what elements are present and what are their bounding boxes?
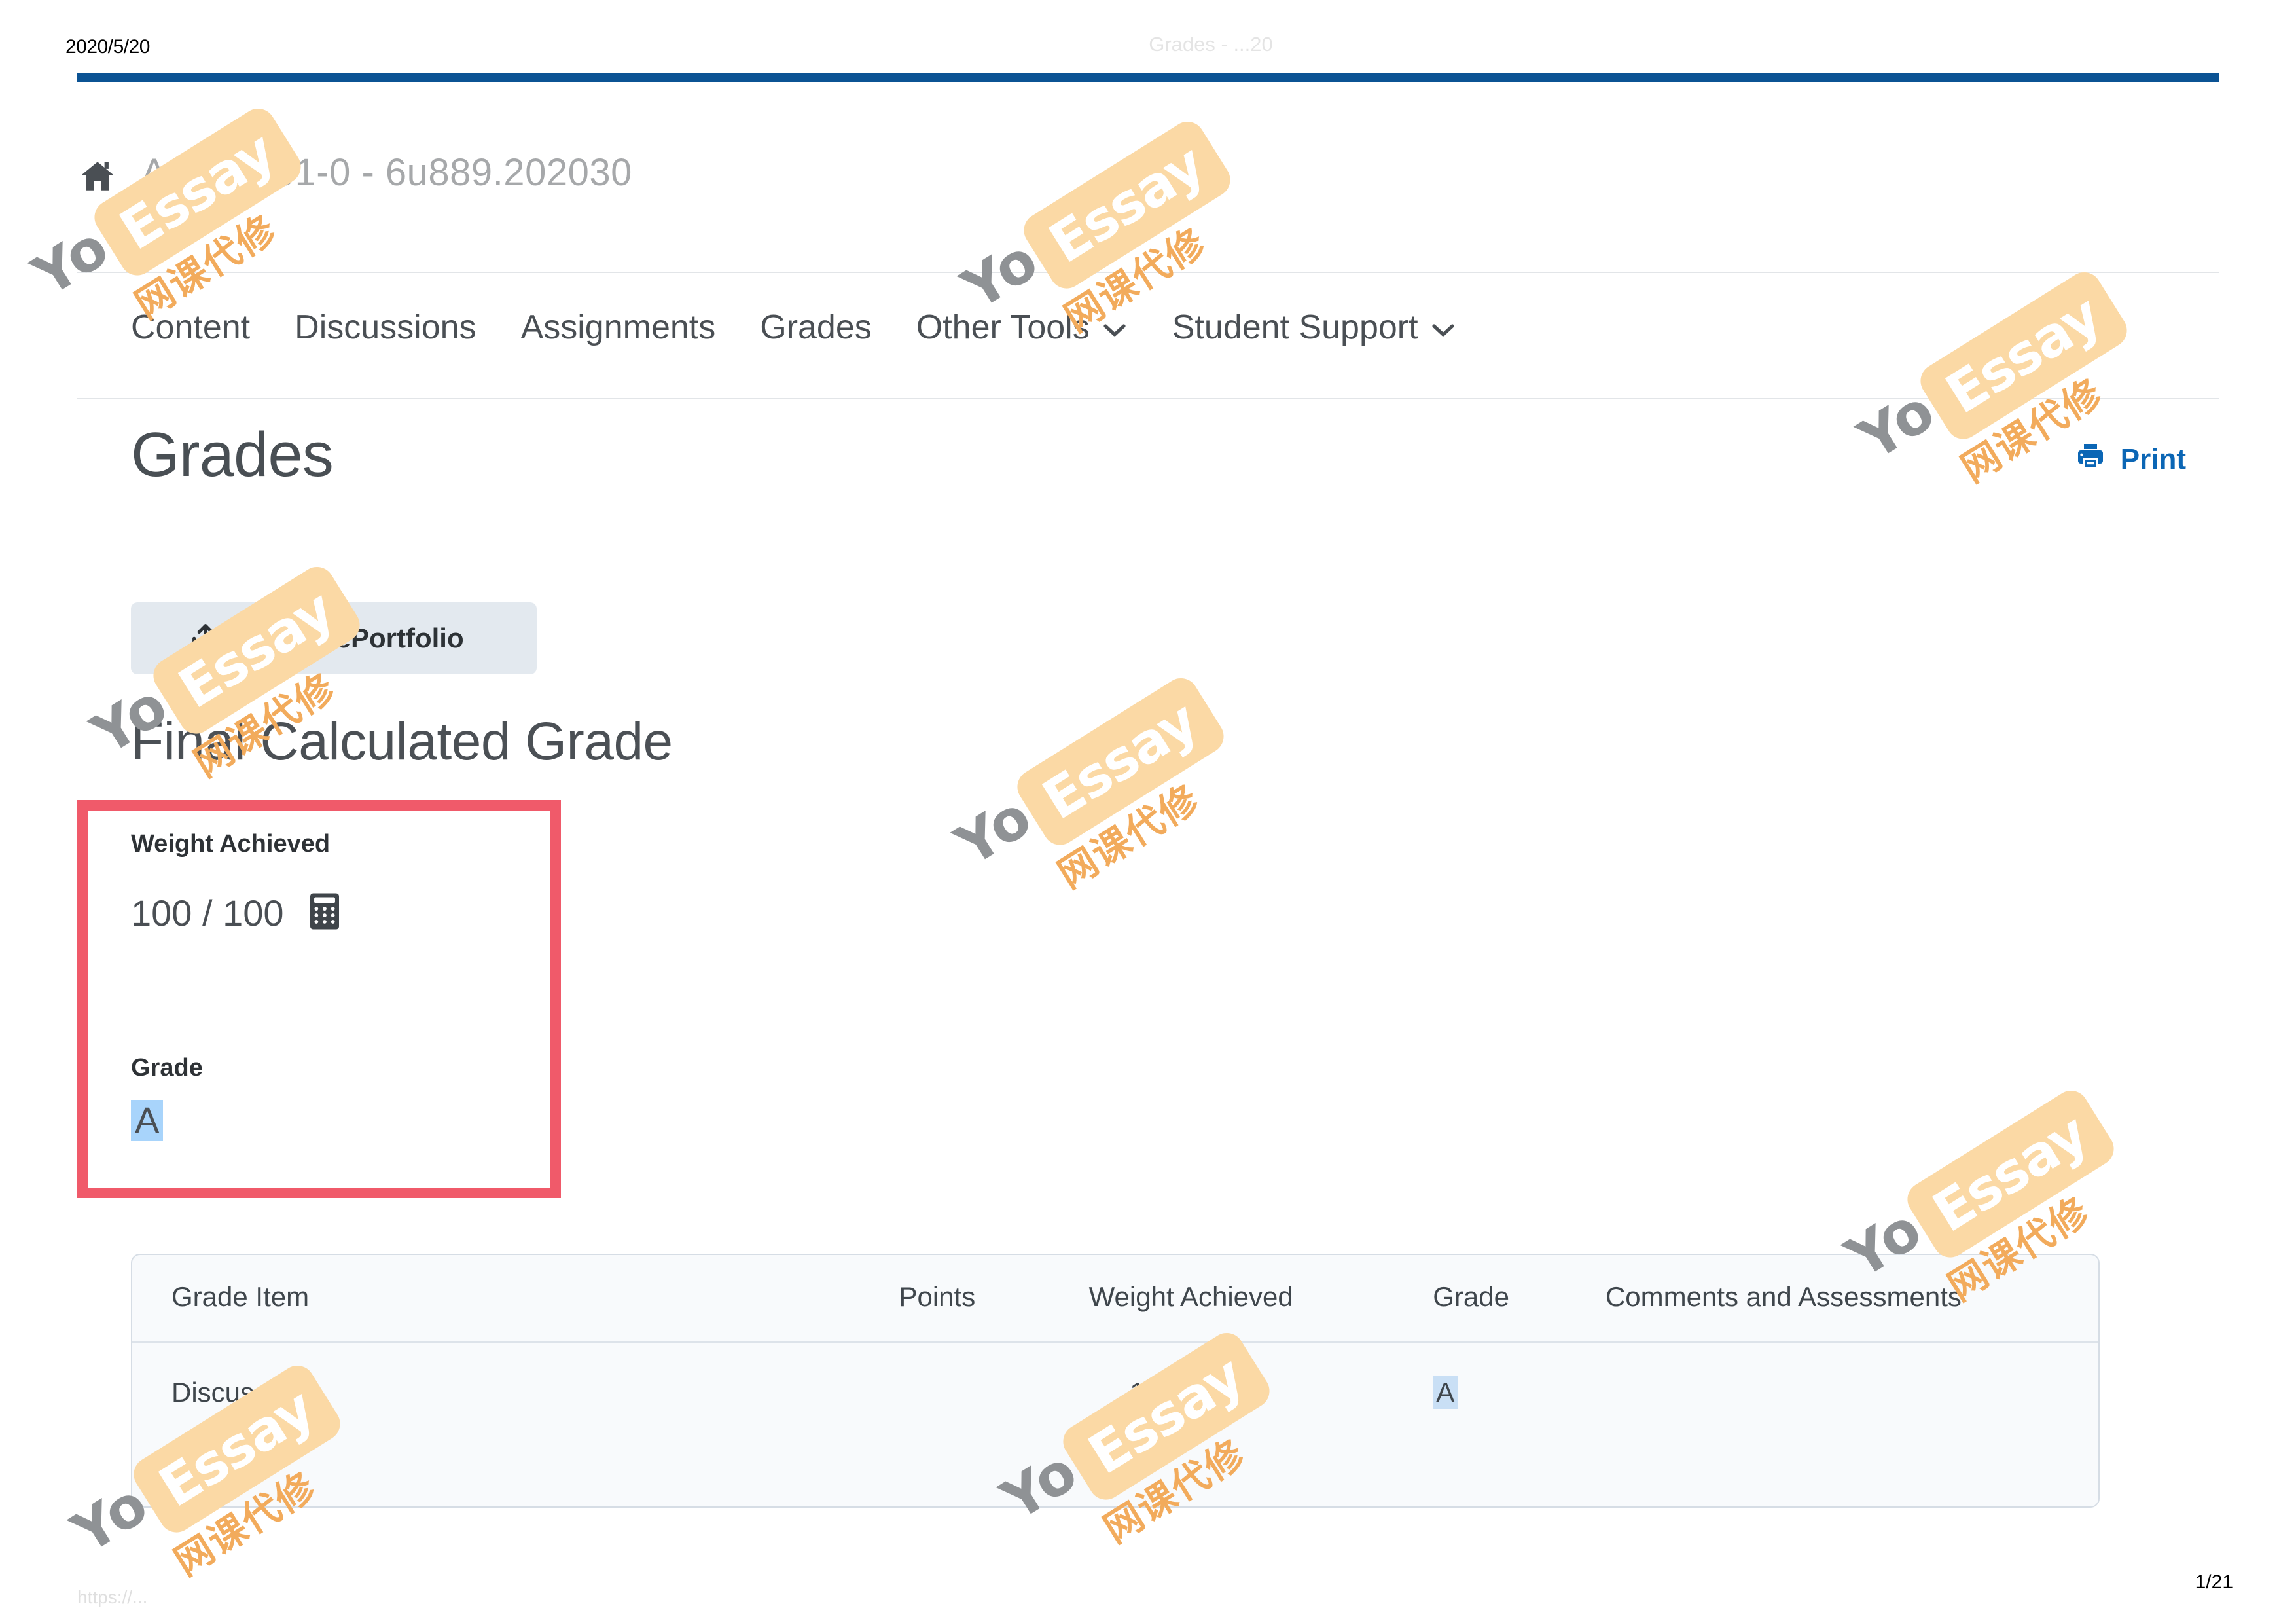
- watermark: Your Essay 网课代修: [945, 671, 1244, 917]
- col-header-comments: Comments and Assessments: [1605, 1281, 1962, 1312]
- watermark-essay: Essay: [1935, 283, 2111, 426]
- export-icon: [188, 620, 223, 657]
- course-divider: [77, 272, 2219, 273]
- table-row[interactable]: Discussions 18.33 / 20 A: [132, 1341, 2098, 1506]
- watermark-essay: Essay: [1031, 689, 1208, 832]
- weight-achieved-label: Weight Achieved: [131, 830, 331, 858]
- cell-points: [636, 1341, 976, 1506]
- add-to-eportfolio-label: Add to ePortfolio: [241, 623, 464, 653]
- nav-label: Discussions: [295, 308, 476, 346]
- print-date: 2020/5/20: [65, 36, 150, 58]
- nav-item-assignments[interactable]: Assignments: [499, 308, 738, 347]
- printer-icon: [2075, 440, 2106, 479]
- page-title: Grades: [131, 420, 334, 490]
- course-navbar[interactable]: Content Discussions Assignments Grades O…: [131, 308, 1479, 347]
- grades-table-head: Grade Item Points Weight Achieved Grade …: [132, 1255, 2098, 1341]
- weight-achieved-value-row: 100 / 100: [131, 892, 339, 934]
- col-header-weight-achieved: Weight Achieved: [1088, 1281, 1293, 1312]
- cell-comments: [1589, 1341, 2098, 1506]
- grades-table: Grade Item Points Weight Achieved Grade …: [131, 1254, 2100, 1508]
- cell-grade: A: [1407, 1341, 1590, 1506]
- calculator-icon[interactable]: [310, 893, 339, 933]
- nav-item-student-support[interactable]: Student Support: [1150, 308, 1479, 347]
- nav-label: Other Tools: [916, 308, 1090, 346]
- watermark-your: Your: [1848, 342, 2003, 473]
- final-calculated-grade-heading: Final Calculated Grade: [131, 712, 673, 771]
- grades-table-body: Discussions 18.33 / 20 A: [132, 1341, 2098, 1506]
- nav-label: Content: [131, 308, 251, 346]
- col-header-points: Points: [899, 1281, 976, 1312]
- cell-weight-achieved: 18.33 / 20: [975, 1341, 1407, 1506]
- chevron-down-icon: [1430, 308, 1456, 347]
- print-header-title: Grades - ...20: [1149, 33, 1273, 56]
- print-footer-url: https://...: [77, 1587, 148, 1607]
- final-grade-value: A: [131, 1100, 164, 1141]
- home-icon[interactable]: [77, 157, 118, 198]
- nav-label: Assignments: [520, 308, 716, 346]
- header-rule: [77, 73, 2219, 82]
- nav-label: Grades: [760, 308, 872, 346]
- add-to-eportfolio-button[interactable]: Add to ePortfolio: [131, 602, 537, 674]
- watermark-your: Your: [944, 748, 1100, 879]
- navbar-divider: [77, 398, 2219, 399]
- nav-item-other-tools[interactable]: Other Tools: [894, 308, 1150, 347]
- course-breadcrumb[interactable]: ACH 1161-0 - 6u889.202030: [77, 151, 2219, 272]
- cell-grade-item: Discussions: [132, 1341, 636, 1506]
- col-header-grade: Grade: [1433, 1281, 1509, 1312]
- weight-achieved-value: 100 / 100: [131, 892, 284, 934]
- course-title: ACH 1161-0 - 6u889.202030: [141, 151, 632, 194]
- watermark-essay-chip: Essay: [1011, 671, 1230, 852]
- watermark-essay-chip: Essay: [1901, 1084, 2121, 1264]
- grade-label: Grade: [131, 1054, 203, 1082]
- nav-item-content[interactable]: Content: [131, 308, 272, 347]
- nav-item-grades[interactable]: Grades: [738, 308, 894, 347]
- col-header-grade-item: Grade Item: [171, 1281, 310, 1312]
- table-header-row: Grade Item Points Weight Achieved Grade …: [132, 1255, 2098, 1341]
- watermark-essay-chip: Essay: [1914, 265, 2134, 446]
- print-label: Print: [2120, 443, 2186, 475]
- print-button[interactable]: Print: [2075, 440, 2186, 479]
- print-page-indicator: 1/21: [2195, 1571, 2233, 1593]
- watermark-cn: 网课代修: [1050, 776, 1208, 898]
- watermark: Your Essay 网课代修: [1848, 265, 2147, 511]
- nav-item-discussions[interactable]: Discussions: [272, 308, 498, 347]
- watermark-essay: Essay: [1922, 1101, 2098, 1245]
- printed-grades-page: 2020/5/20 Grades - ...20 ACH 1161-0 - 6u…: [0, 0, 2296, 1623]
- cell-grade-text: A: [1433, 1376, 1458, 1409]
- nav-label: Student Support: [1172, 308, 1418, 346]
- chevron-down-icon: [1102, 308, 1128, 347]
